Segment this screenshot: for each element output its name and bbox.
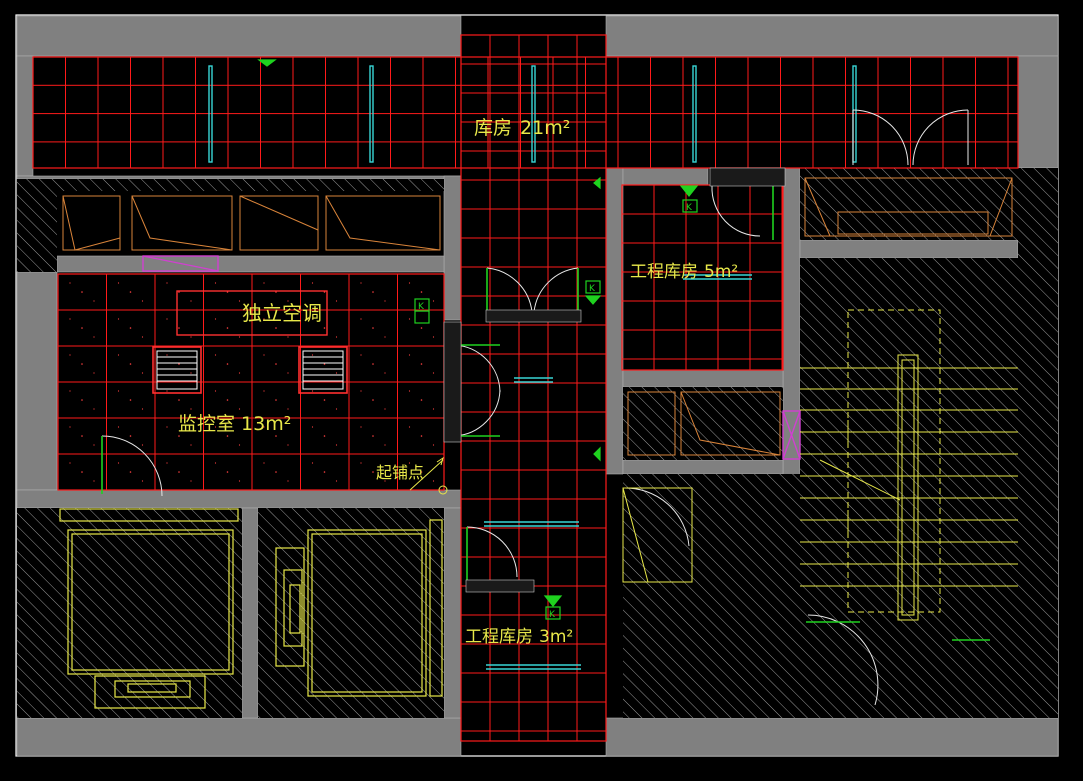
ac-unit-label: 独立空调 bbox=[242, 301, 322, 325]
room-label-eng-storage-5: 工程库房 5m² bbox=[630, 262, 738, 282]
floor-plan-drawing: K K K K 库房 21m² 工程库房 5m² 监控室 13m² 工程库房 3m² 独… bbox=[15, 14, 1059, 757]
room-label-monitor: 监控室 13m² bbox=[178, 413, 291, 435]
paving-start-label: 起铺点 bbox=[376, 463, 424, 482]
room-label-eng-storage-3: 工程库房 3m² bbox=[465, 627, 573, 647]
room-label-storage-main: 库房 21m² bbox=[474, 117, 570, 139]
